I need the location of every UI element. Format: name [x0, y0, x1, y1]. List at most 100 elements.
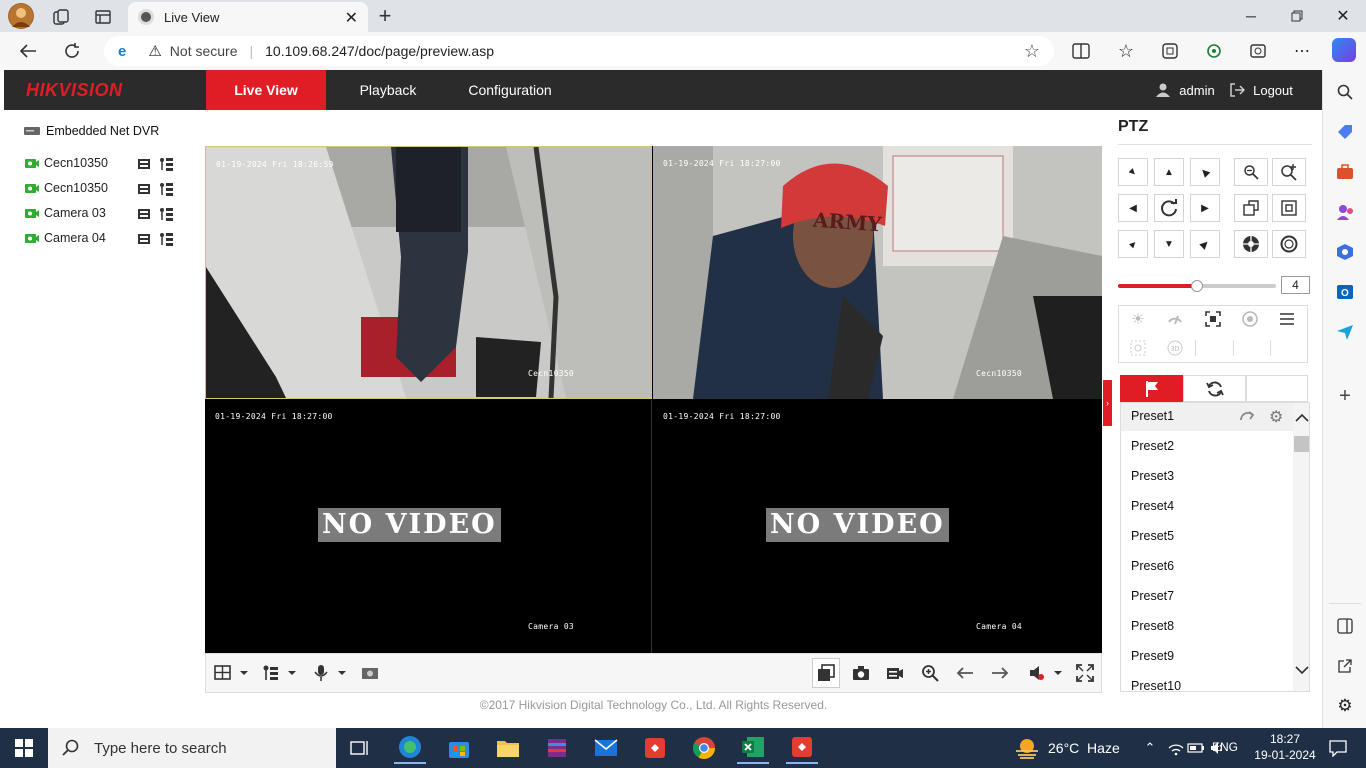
notifications-icon[interactable] — [1322, 732, 1354, 764]
start-windows-icon[interactable] — [8, 732, 40, 764]
camera-item[interactable]: Camera 04 — [24, 230, 180, 248]
record-icon[interactable] — [137, 207, 151, 220]
capture-camera-icon[interactable] — [850, 663, 872, 683]
next-page-icon[interactable] — [989, 663, 1011, 683]
preset-item[interactable]: Preset2 — [1131, 439, 1174, 453]
camera-item[interactable]: Camera 03 — [24, 205, 180, 223]
mail-taskbar-icon[interactable] — [590, 732, 622, 764]
add-sidebar-icon[interactable]: + — [1335, 385, 1355, 407]
device-tree-root[interactable]: Embedded Net DVR — [46, 124, 159, 138]
clock-time[interactable]: 18:27 — [1250, 732, 1320, 746]
games-icon[interactable] — [1335, 202, 1355, 222]
security-label[interactable]: Not secure — [170, 43, 238, 59]
nav-live-view[interactable]: Live View — [206, 70, 326, 110]
video-tile-3[interactable]: 01-19-2024 Fri 18:27:00 NO VIDEO Camera … — [205, 400, 652, 653]
microphone-button[interactable] — [310, 663, 350, 683]
ptz-up-left-button[interactable]: ▼ — [1118, 158, 1148, 186]
edge-taskbar-icon[interactable] — [394, 732, 426, 764]
set-preset-gear-icon[interactable]: ⚙ — [1269, 407, 1283, 427]
manual-tracking-icon[interactable] — [1128, 339, 1148, 357]
store-taskbar-icon[interactable] — [443, 732, 475, 764]
record-video-icon[interactable] — [884, 663, 906, 683]
tools-icon[interactable] — [1335, 162, 1355, 182]
minimize-icon[interactable]: ─ — [1240, 5, 1262, 27]
ptz-link-icon[interactable] — [158, 157, 174, 171]
wiper-icon[interactable] — [1165, 310, 1185, 328]
url-text[interactable]: 10.109.68.247/doc/page/preview.asp — [265, 43, 494, 59]
ptz-speed-slider[interactable] — [1118, 280, 1276, 292]
ptz-down-button[interactable]: ▼ — [1154, 230, 1184, 258]
ie-mode-icon[interactable]: e — [118, 43, 126, 60]
preset-item[interactable]: Preset8 — [1131, 619, 1174, 633]
camera-item[interactable]: Cecn10350 — [24, 155, 180, 173]
call-preset-icon[interactable] — [1239, 409, 1255, 423]
file-explorer-taskbar-icon[interactable] — [492, 732, 524, 764]
back-icon[interactable] — [16, 40, 40, 62]
record-icon[interactable] — [137, 157, 151, 170]
weather-widget[interactable]: 26°C Haze — [1014, 736, 1120, 760]
more-menu-icon[interactable]: ⋯ — [1291, 40, 1313, 62]
fullscreen-icon[interactable] — [1074, 663, 1096, 683]
stream-type-button[interactable] — [260, 663, 300, 683]
focus-far-button[interactable] — [1272, 194, 1306, 222]
zoom-out-button[interactable] — [1234, 158, 1268, 186]
url-field[interactable]: e ⚠ Not secure | 10.109.68.247/doc/page/… — [104, 36, 1054, 66]
new-tab-icon[interactable]: + — [374, 3, 396, 28]
window-layout-button[interactable] — [212, 663, 252, 683]
tab-pattern[interactable] — [1246, 375, 1308, 402]
scrollbar-thumb[interactable] — [1294, 436, 1309, 452]
scroll-up-icon[interactable] — [1295, 413, 1309, 423]
iris-open-button[interactable] — [1234, 230, 1268, 258]
ptz-right-button[interactable]: ▶ — [1190, 194, 1220, 222]
previous-page-icon[interactable] — [954, 663, 976, 683]
auxiliary-focus-icon[interactable] — [1203, 310, 1223, 328]
camera-item[interactable]: Cecn10350 — [24, 180, 180, 198]
settings-gear-icon[interactable]: ⚙ — [1335, 696, 1355, 716]
language-indicator[interactable]: ENG — [1212, 740, 1238, 754]
record-icon[interactable] — [137, 182, 151, 195]
restore-icon[interactable] — [1286, 5, 1308, 27]
record-icon[interactable] — [137, 232, 151, 245]
ptz-up-right-button[interactable]: ◀ — [1190, 158, 1220, 186]
close-window-icon[interactable]: ✕ — [1332, 5, 1354, 27]
focus-near-button[interactable] — [1234, 194, 1268, 222]
winrar-taskbar-icon[interactable] — [541, 732, 573, 764]
ptz-speed-value[interactable]: 4 — [1281, 276, 1310, 294]
light-icon[interactable]: ☀ — [1128, 310, 1148, 328]
user-menu[interactable]: admin — [1150, 70, 1220, 110]
stop-all-preview-button[interactable] — [812, 658, 840, 688]
preset-item[interactable]: Preset6 — [1131, 559, 1174, 573]
ptz-link-icon[interactable] — [158, 182, 174, 196]
send-icon[interactable] — [1335, 322, 1355, 342]
chrome-taskbar-icon[interactable] — [688, 732, 720, 764]
open-external-icon[interactable] — [1335, 656, 1355, 676]
e-ptz-icon[interactable] — [359, 663, 381, 683]
split-screen-icon[interactable] — [1070, 40, 1092, 62]
copilot-icon[interactable] — [1332, 38, 1356, 62]
outlook-icon[interactable]: O — [1335, 282, 1355, 302]
lens-init-icon[interactable] — [1240, 310, 1260, 328]
anydesk-taskbar-icon[interactable] — [639, 732, 671, 764]
video-tile-1[interactable]: 01-19-2024 Fri 18:26:59 Cecn10350 — [205, 146, 652, 399]
video-tile-2[interactable]: ARMY 01-19-2024 Fri 18:27:00 Cecn10350 — [653, 146, 1102, 399]
ptz-left-button[interactable]: ◀ — [1118, 194, 1148, 222]
tag-icon[interactable] — [1335, 122, 1355, 142]
tab-patrol[interactable] — [1183, 375, 1246, 402]
collections-icon[interactable] — [1159, 40, 1181, 62]
favorites-icon[interactable]: ☆ — [1115, 40, 1137, 62]
close-tab-icon[interactable]: ✕ — [345, 8, 358, 28]
iris-close-button[interactable] — [1272, 230, 1306, 258]
clock-date[interactable]: 19-01-2024 — [1250, 748, 1320, 762]
collapse-panel-handle[interactable]: › — [1103, 380, 1112, 426]
nav-configuration[interactable]: Configuration — [458, 70, 562, 110]
task-view-icon[interactable] — [344, 732, 376, 764]
ptz-link-icon[interactable] — [158, 207, 174, 221]
ptz-down-left-button[interactable]: ▲ — [1118, 230, 1148, 258]
excel-taskbar-icon[interactable] — [737, 732, 769, 764]
workspaces-icon[interactable] — [50, 6, 72, 28]
preset-item[interactable]: Preset9 — [1131, 649, 1174, 663]
search-icon[interactable] — [1335, 82, 1355, 102]
m365-icon[interactable] — [1335, 242, 1355, 262]
preset-item[interactable]: Preset5 — [1131, 529, 1174, 543]
favorite-star-icon[interactable]: ☆ — [1024, 41, 1040, 62]
